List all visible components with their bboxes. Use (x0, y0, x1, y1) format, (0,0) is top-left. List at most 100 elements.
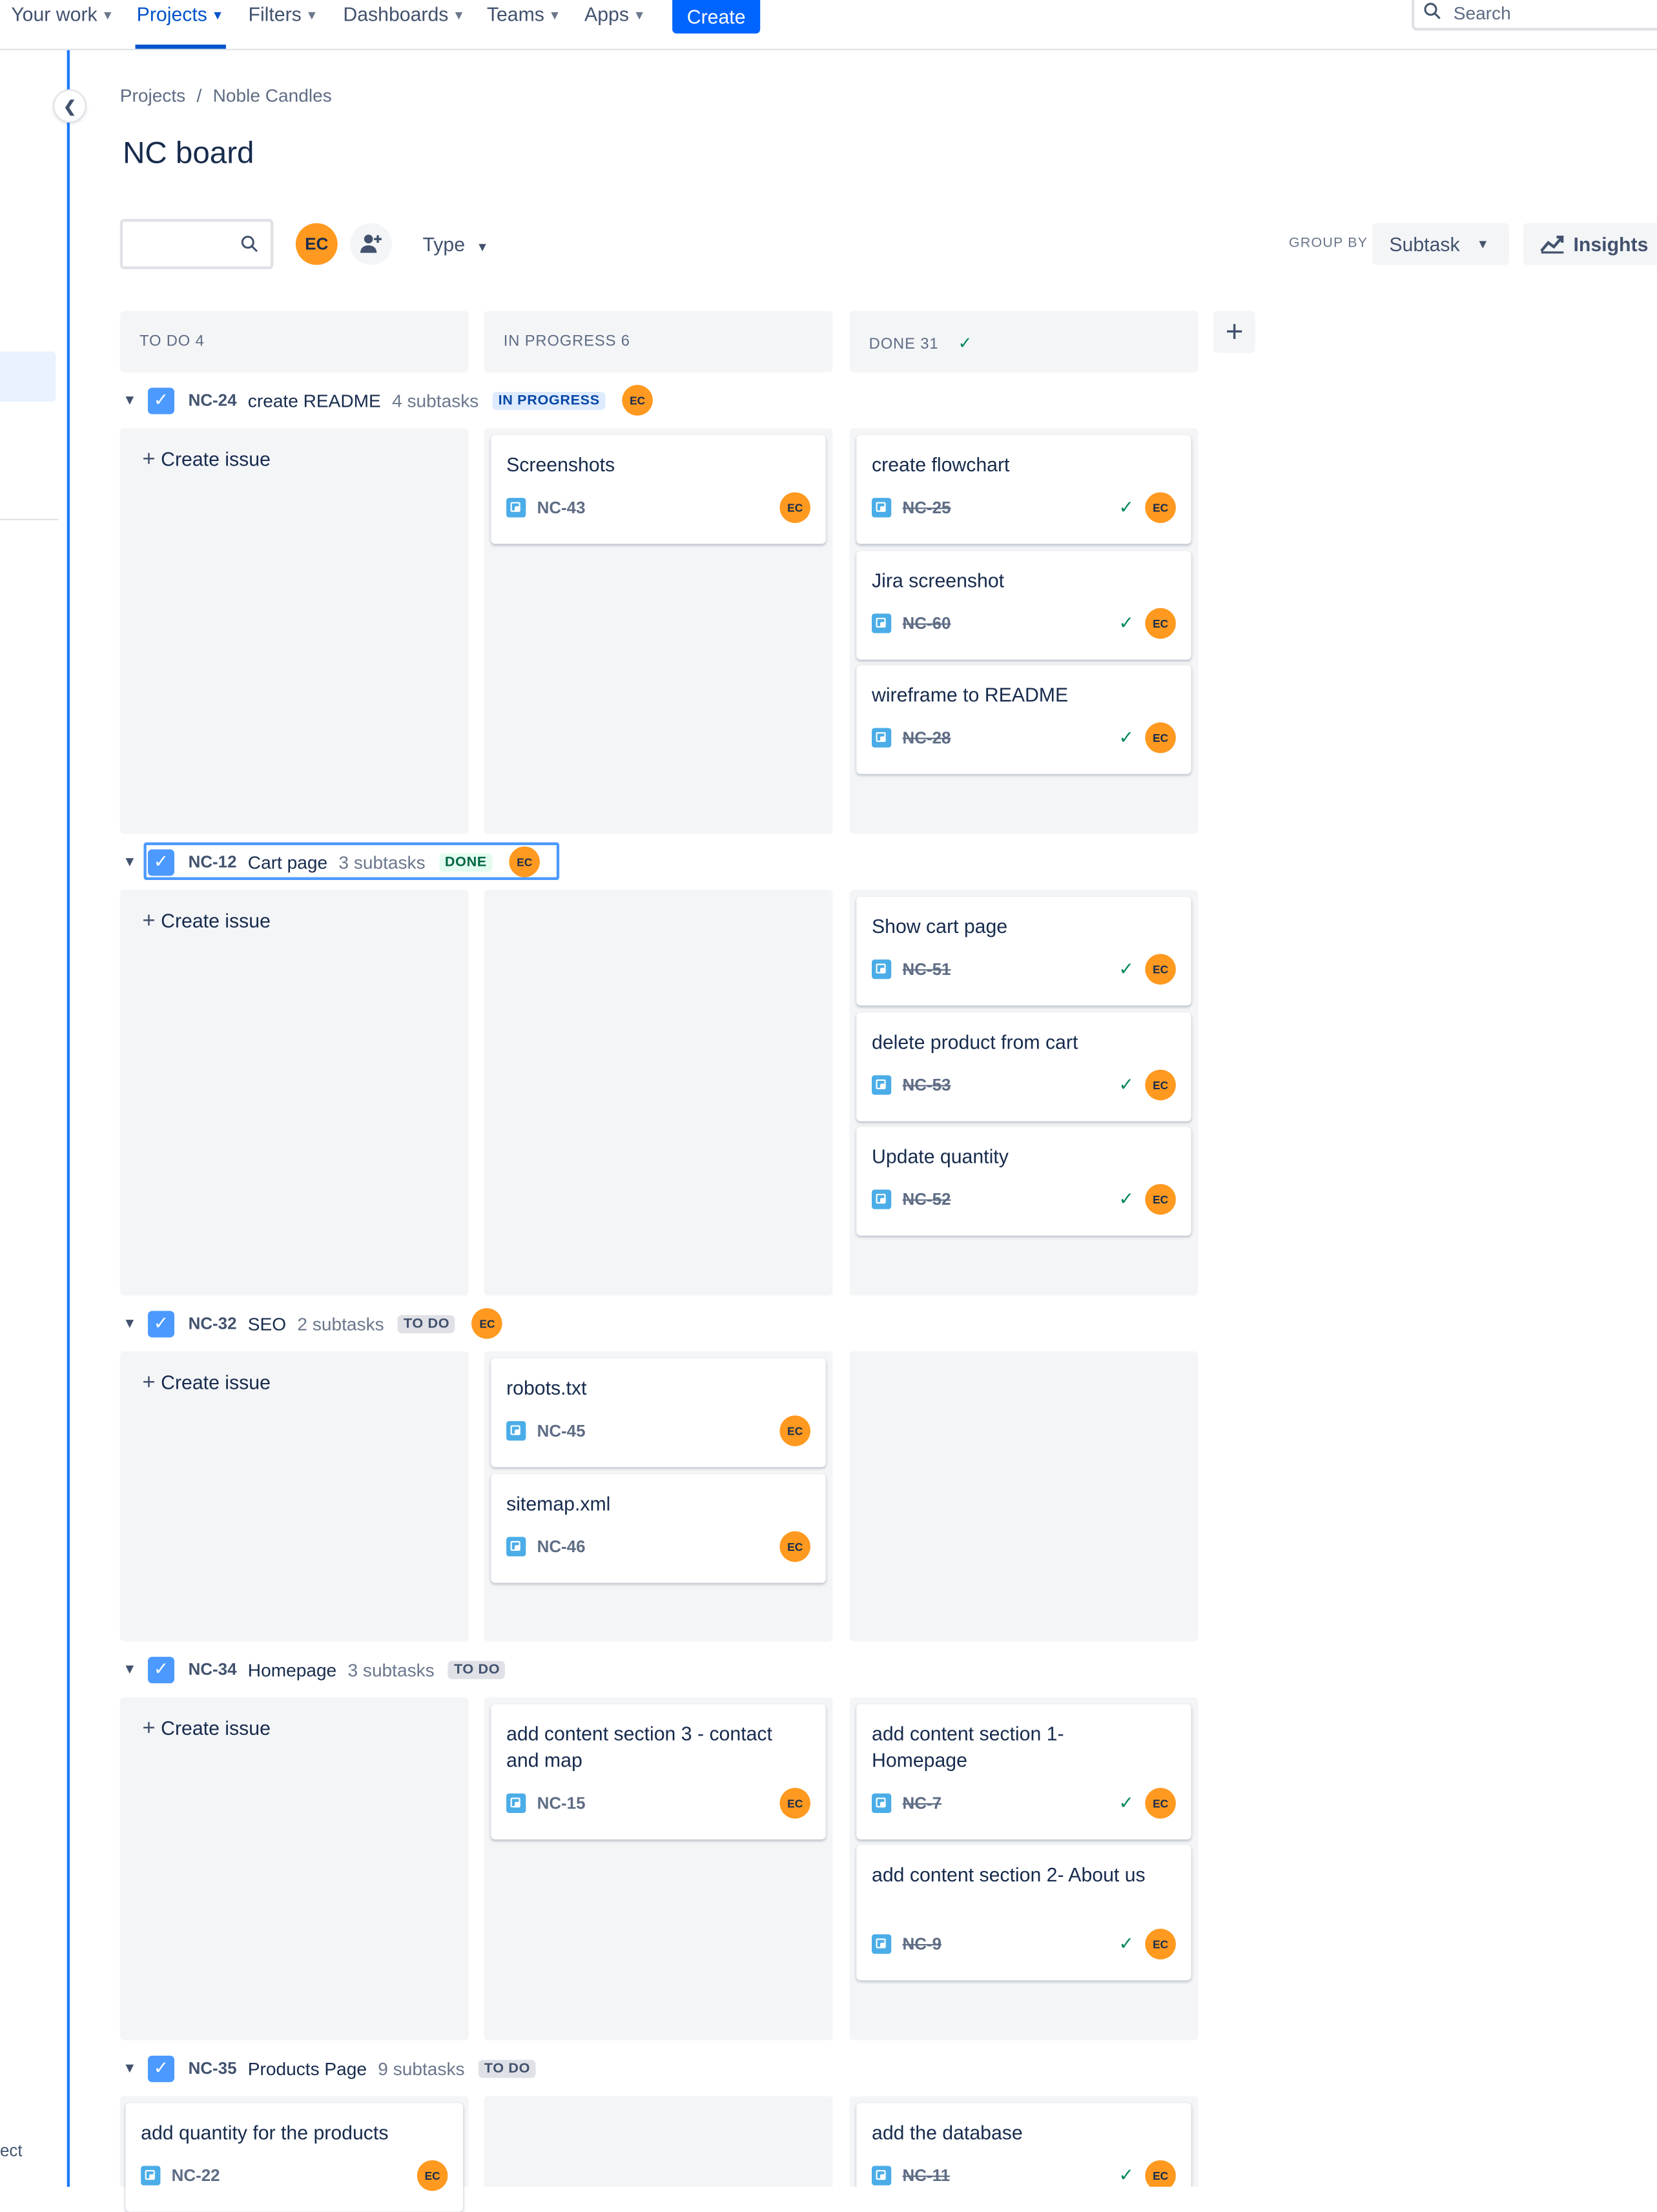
nav-apps[interactable]: Apps ▼ (584, 0, 646, 49)
avatar[interactable]: EC (1145, 954, 1176, 985)
issue-card[interactable]: add the database NC-11 ✓ EC (856, 2103, 1191, 2187)
nav-label: Dashboards (343, 3, 449, 25)
issue-card[interactable]: sitemap.xml NC-46 EC (491, 1474, 826, 1583)
column-header-in-progress[interactable]: IN PROGRESS 6 (484, 311, 833, 373)
type-filter-dropdown[interactable]: Type ▼ (422, 233, 488, 256)
add-column-button[interactable]: + (1213, 311, 1256, 353)
chevron-down-icon: ▼ (633, 8, 646, 23)
avatar[interactable]: EC (779, 1788, 810, 1819)
chevron-down-icon[interactable]: ▼ (120, 854, 139, 870)
issue-card[interactable]: Jira screenshot NC-60 ✓ EC (856, 551, 1191, 660)
parent-issue-summary[interactable]: Products Page (248, 2058, 367, 2078)
issue-card[interactable]: add quantity for the products NC-22 EC (125, 2103, 464, 2212)
chevron-down-icon[interactable]: ▼ (120, 1662, 139, 1677)
avatar[interactable]: EC (1145, 1929, 1176, 1960)
active-nav-indicator (135, 45, 226, 49)
chevron-down-icon[interactable]: ▼ (120, 1316, 139, 1331)
avatar[interactable]: EC (779, 1415, 810, 1446)
create-issue-button[interactable]: + Create issue (142, 447, 271, 473)
avatar[interactable]: EC (1145, 492, 1176, 524)
avatar[interactable]: EC (1145, 1069, 1176, 1101)
issue-card[interactable]: wireframe to README NC-28 ✓ EC (856, 665, 1191, 774)
checkbox-icon: ✓ (147, 1656, 174, 1683)
card-key: NC-53 (902, 1075, 951, 1095)
chevron-down-icon: ▼ (476, 240, 489, 254)
collapse-sidebar-button[interactable]: ❮ (54, 90, 85, 121)
avatar[interactable]: EC (1145, 722, 1176, 753)
nav-your-work[interactable]: Your work ▼ (11, 0, 114, 49)
parent-issue-summary[interactable]: Homepage (248, 1659, 336, 1679)
check-icon: ✓ (1118, 612, 1135, 633)
column-header-todo[interactable]: TO DO 4 (119, 311, 469, 373)
swimlane-header[interactable]: ▼ ✓ NC-24 create README 4 subtasks IN PR… (120, 384, 653, 417)
create-issue-label: Create issue (161, 1371, 271, 1393)
group-by-dropdown[interactable]: Subtask ▼ (1372, 223, 1510, 265)
issue-card[interactable]: add content section 2- About us NC-9 ✓ EC (856, 1845, 1191, 1981)
card-key: NC-11 (902, 2166, 950, 2186)
card-key: NC-52 (902, 1189, 951, 1209)
issue-card[interactable]: add content section 3 - contact and map … (491, 1704, 826, 1840)
nav-label: Filters (248, 3, 302, 25)
column-label: TO DO 4 (139, 333, 205, 351)
issue-card[interactable]: delete product from cart NC-53 ✓ EC (856, 1012, 1191, 1121)
chevron-down-icon[interactable]: ▼ (120, 2060, 139, 2076)
swimlane-header[interactable]: ▼ ✓ NC-34 Homepage 3 subtasks TO DO (120, 1653, 522, 1686)
cell-done: create flowchart NC-25 ✓ EC Jira screensho… (849, 428, 1199, 834)
card-key: NC-22 (171, 2166, 220, 2186)
create-issue-label: Create issue (161, 1716, 271, 1739)
breadcrumb-projects[interactable]: Projects (120, 85, 185, 106)
swimlane-header[interactable]: ▼ ✓ NC-35 Products Page 9 subtasks TO DO (120, 2051, 553, 2085)
card-key: NC-28 (902, 728, 951, 748)
global-search-input[interactable]: Search (1411, 0, 1657, 31)
create-button[interactable]: Create (672, 0, 761, 34)
sidebar-selected-item[interactable] (0, 351, 56, 402)
plus-icon: + (142, 447, 156, 472)
create-issue-button[interactable]: + Create issue (142, 1717, 271, 1742)
nav-dashboards[interactable]: Dashboards ▼ (343, 0, 465, 49)
card-key: NC-25 (902, 498, 951, 518)
issue-card[interactable]: robots.txt NC-45 EC (491, 1358, 826, 1468)
chevron-down-icon[interactable]: ▼ (120, 393, 139, 408)
sidebar-footer-text[interactable]: ect (0, 2141, 23, 2160)
breadcrumb-project[interactable]: Noble Candles (213, 85, 332, 106)
avatar[interactable]: EC (779, 492, 810, 524)
avatar[interactable]: EC (1145, 608, 1176, 639)
board-search-input[interactable] (119, 219, 274, 269)
issue-card[interactable]: Update quantity NC-52 ✓ EC (856, 1127, 1191, 1236)
card-key: NC-60 (902, 613, 951, 633)
avatar[interactable]: EC (1145, 2160, 1176, 2187)
sidebar-resize-handle[interactable] (67, 50, 70, 2187)
avatar[interactable]: EC (1145, 1788, 1176, 1819)
avatar[interactable]: EC (622, 385, 653, 416)
parent-issue-key[interactable]: NC-34 (189, 1659, 237, 1679)
issue-card[interactable]: Screenshots NC-43 EC (491, 435, 826, 544)
avatar[interactable]: EC (779, 1531, 810, 1562)
parent-issue-summary[interactable]: SEO (248, 1313, 286, 1334)
avatar[interactable]: EC (471, 1308, 503, 1339)
cell-todo: + Create issue (119, 428, 469, 834)
issue-card[interactable]: add content section 1- Homepage NC-7 ✓ EC (856, 1704, 1191, 1840)
issue-card[interactable]: create flowchart NC-25 ✓ EC (856, 435, 1191, 544)
card-title: Jira screenshot (872, 569, 1005, 591)
insights-button[interactable]: Insights (1523, 223, 1657, 265)
nav-teams[interactable]: Teams ▼ (487, 0, 561, 49)
nav-projects[interactable]: Projects ▼ (137, 0, 224, 49)
cell-todo: + Create issue (119, 1351, 469, 1642)
parent-issue-key[interactable]: NC-35 (189, 2058, 237, 2078)
check-icon: ✓ (1118, 496, 1135, 518)
issue-card[interactable]: Show cart page NC-51 ✓ EC (856, 896, 1191, 1006)
add-people-button[interactable] (350, 223, 392, 265)
column-header-done[interactable]: DONE 31 ✓ (849, 311, 1199, 373)
parent-issue-key[interactable]: NC-32 (189, 1314, 237, 1333)
avatar-filter[interactable]: EC (295, 223, 338, 265)
avatar[interactable]: EC (417, 2160, 448, 2191)
check-icon: ✓ (1118, 726, 1135, 748)
parent-issue-summary[interactable]: create README (248, 390, 381, 411)
insights-label: Insights (1573, 232, 1649, 256)
nav-filters[interactable]: Filters ▼ (248, 0, 318, 49)
avatar[interactable]: EC (1145, 1183, 1176, 1215)
swimlane-header[interactable]: ▼ ✓ NC-32 SEO 2 subtasks TO DO EC (120, 1307, 503, 1340)
create-issue-button[interactable]: + Create issue (142, 909, 271, 934)
create-issue-button[interactable]: + Create issue (142, 1371, 271, 1396)
parent-issue-key[interactable]: NC-24 (189, 391, 237, 410)
